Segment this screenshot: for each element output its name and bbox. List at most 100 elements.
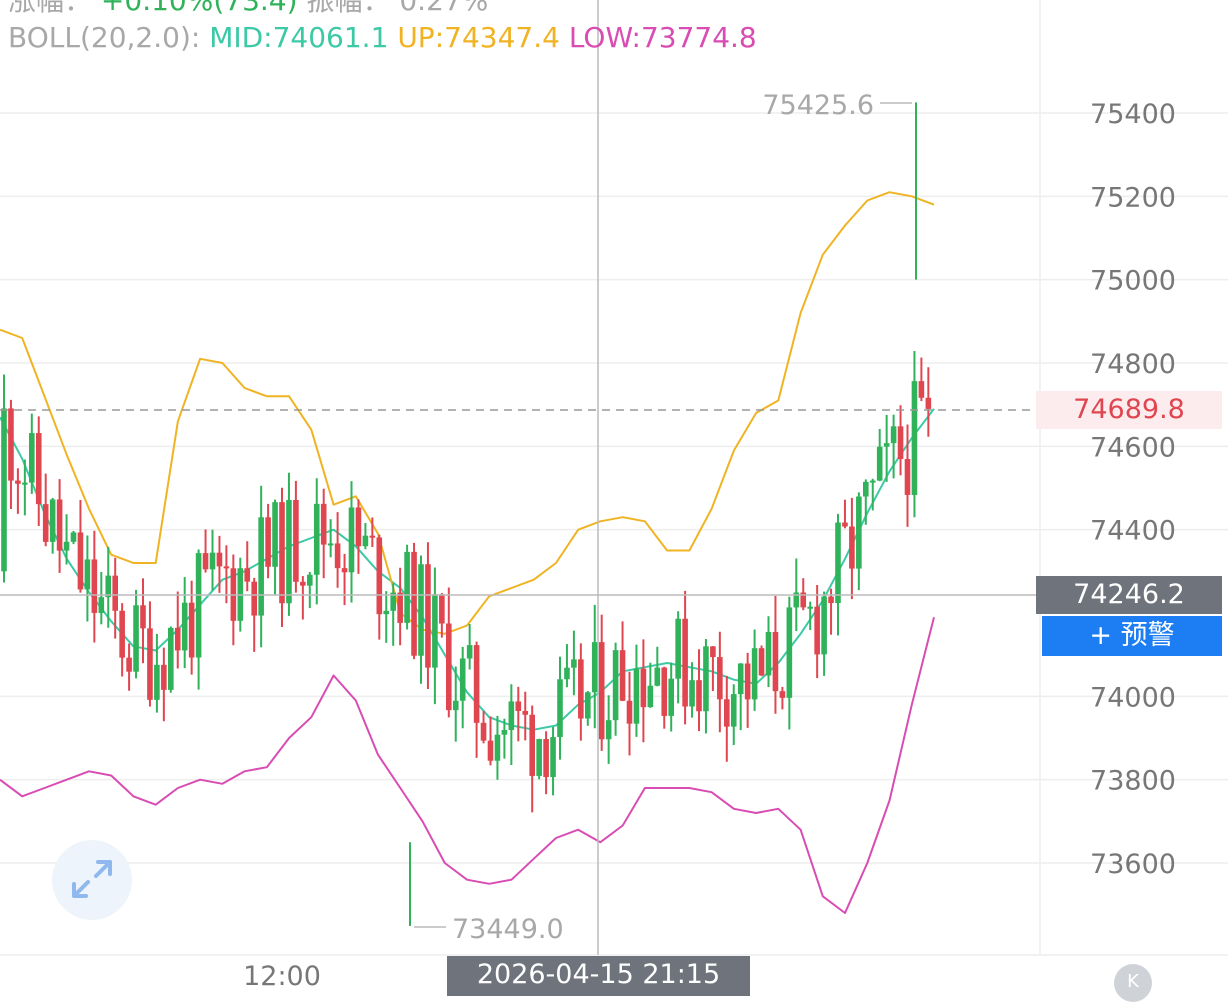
candle	[15, 468, 21, 514]
candle	[29, 413, 35, 494]
candle	[758, 645, 765, 677]
candle	[821, 591, 827, 676]
candle	[42, 473, 49, 547]
change-value: +0.10%(73.4)	[100, 0, 298, 17]
boll-info: BOLL(20,2.0): MID:74061.1 UP:74347.4 LOW…	[8, 21, 757, 55]
candle	[724, 675, 730, 762]
candle	[181, 577, 188, 669]
up-band-line	[0, 191, 935, 635]
candle	[876, 429, 883, 482]
y-tick-label: 74400	[1090, 516, 1176, 547]
expand-button[interactable]	[52, 840, 132, 920]
y-tick-label: 75400	[1090, 99, 1176, 130]
y-tick-label: 73800	[1090, 766, 1176, 797]
k-button[interactable]: K	[1114, 964, 1152, 1002]
candle	[49, 497, 56, 554]
candle	[307, 572, 313, 609]
candle	[842, 499, 848, 529]
candle	[404, 544, 410, 630]
candle	[161, 647, 167, 722]
candle	[334, 512, 341, 588]
candle	[647, 662, 654, 708]
candle	[675, 611, 681, 704]
candle	[265, 503, 271, 579]
candle	[383, 591, 390, 643]
candle	[654, 646, 661, 687]
candle	[320, 488, 327, 579]
candle	[439, 593, 445, 638]
candle	[751, 629, 758, 711]
candle	[77, 499, 84, 593]
bollinger-bands	[0, 191, 935, 914]
candle	[612, 642, 619, 736]
boll-label: BOLL(20,2.0):	[8, 21, 201, 54]
candle	[696, 649, 702, 732]
crosshair-time-tag: 2026-04-15 21:15	[447, 956, 750, 996]
crosshair-price-tag: 74246.2	[1036, 576, 1222, 614]
candle	[390, 583, 396, 646]
candle	[244, 541, 251, 592]
candle	[195, 549, 202, 690]
candle	[835, 513, 841, 636]
x-tick-12-00: 12:00	[243, 961, 321, 989]
candle	[411, 542, 417, 660]
candle	[341, 553, 348, 606]
candle	[293, 480, 299, 593]
change-info: 涨幅： +0.10%(73.4) 振幅： 0.27%	[8, 0, 488, 18]
candle	[397, 567, 403, 646]
candle	[355, 499, 362, 574]
mid-band-line	[0, 408, 935, 731]
candle	[765, 616, 772, 688]
candle	[605, 695, 612, 764]
candle	[56, 479, 63, 573]
candle	[619, 621, 626, 702]
candle	[529, 705, 535, 813]
candle	[543, 731, 549, 795]
low-band-line	[0, 616, 935, 914]
candle	[689, 662, 695, 718]
candle	[661, 666, 668, 729]
candle	[446, 587, 452, 718]
candle	[466, 624, 473, 670]
candle	[703, 639, 709, 734]
candle	[272, 499, 278, 596]
candle	[633, 644, 640, 737]
candle	[786, 596, 793, 730]
candle	[133, 589, 139, 679]
add-alert-button[interactable]: + 预警	[1042, 616, 1222, 656]
candle	[91, 530, 98, 643]
candle	[578, 643, 584, 741]
candle	[202, 529, 209, 573]
candle	[501, 718, 508, 759]
candle	[313, 478, 320, 605]
candle	[918, 357, 925, 402]
candle	[564, 644, 570, 688]
candle	[140, 578, 146, 664]
candle	[425, 542, 431, 690]
candle	[35, 416, 42, 527]
candle	[459, 646, 466, 729]
candle	[230, 554, 237, 646]
candle	[8, 399, 14, 510]
candle	[550, 727, 556, 796]
candle	[522, 691, 529, 741]
candle	[98, 572, 105, 625]
kline-chart[interactable]: 75400 75200 75000 74800 74600 74400 74000 73800…	[0, 0, 1228, 989]
candle	[536, 738, 542, 780]
expand-arrows-icon	[72, 860, 112, 898]
candle	[585, 691, 591, 726]
candle	[327, 519, 334, 558]
candle	[494, 715, 501, 780]
candle	[279, 487, 285, 628]
candle	[174, 591, 181, 669]
candle	[814, 585, 820, 679]
candle	[668, 662, 674, 732]
candle	[779, 686, 786, 710]
candle	[640, 639, 647, 743]
high-marker: 75425.6	[762, 90, 874, 121]
change-label: 涨幅：	[8, 0, 93, 17]
boll-mid: MID:74061.1	[209, 21, 389, 54]
candle	[209, 529, 216, 591]
amplitude-value: 0.27%	[399, 0, 489, 17]
candle	[258, 485, 264, 648]
